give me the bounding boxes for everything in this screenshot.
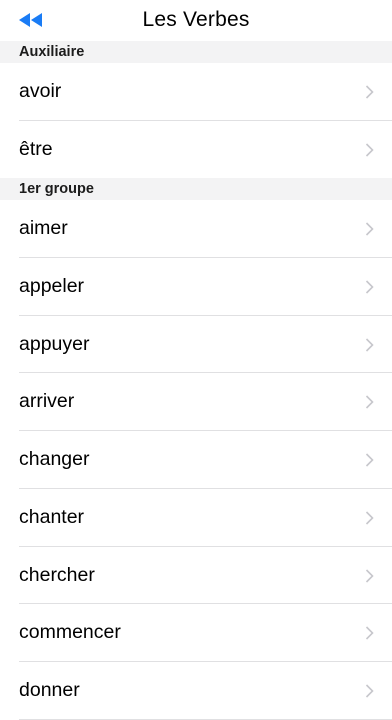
section-header-1er-groupe: 1er groupe [0, 178, 392, 201]
list-item-appeler[interactable]: appeler [0, 258, 392, 316]
chevron-right-icon [365, 568, 374, 583]
section-header-auxiliaire: Auxiliaire [0, 41, 392, 63]
chevron-right-icon [365, 143, 374, 157]
list-item-avoir[interactable]: avoir [0, 63, 392, 121]
chevron-right-icon [365, 395, 374, 410]
list-item-label: appuyer [19, 332, 90, 355]
chevron-right-icon [365, 222, 374, 236]
list-item-label: changer [19, 448, 90, 471]
page-title: Les Verbes [142, 8, 250, 31]
list-item-label: donner [19, 678, 80, 701]
list-item-appuyer[interactable]: appuyer [0, 315, 392, 374]
list-item-label: appeler [19, 275, 85, 298]
list-item-donner[interactable]: donner [0, 661, 392, 720]
list-item-label: chanter [19, 505, 85, 528]
list-item-label: avoir [19, 80, 62, 102]
verb-list: Auxiliaire avoir être 1er groupe aimer a… [0, 41, 392, 720]
list-item-label: aimer [19, 217, 68, 240]
chevron-right-icon [365, 338, 374, 352]
list-item-chercher[interactable]: chercher [0, 546, 392, 605]
list-item-changer[interactable]: changer [0, 431, 392, 489]
list-item-label: chercher [19, 563, 95, 586]
chevron-right-icon [365, 453, 374, 467]
list-item-label: arriver [19, 390, 75, 413]
list-item-commencer[interactable]: commencer [0, 604, 392, 662]
list-item-aimer[interactable]: aimer [0, 200, 392, 259]
list-item-label: être [19, 137, 53, 160]
list-item-arriver[interactable]: arriver [0, 373, 392, 432]
list-item-label: commencer [19, 621, 121, 644]
chevron-right-icon [365, 626, 374, 640]
chevron-right-icon [365, 280, 374, 294]
list-item-etre[interactable]: être [0, 120, 392, 179]
navigation-bar: Les Verbes [0, 0, 392, 41]
list-item-chanter[interactable]: chanter [0, 488, 392, 547]
chevron-right-icon [365, 511, 374, 525]
chevron-right-icon [365, 85, 374, 99]
row-divider [19, 718, 392, 720]
